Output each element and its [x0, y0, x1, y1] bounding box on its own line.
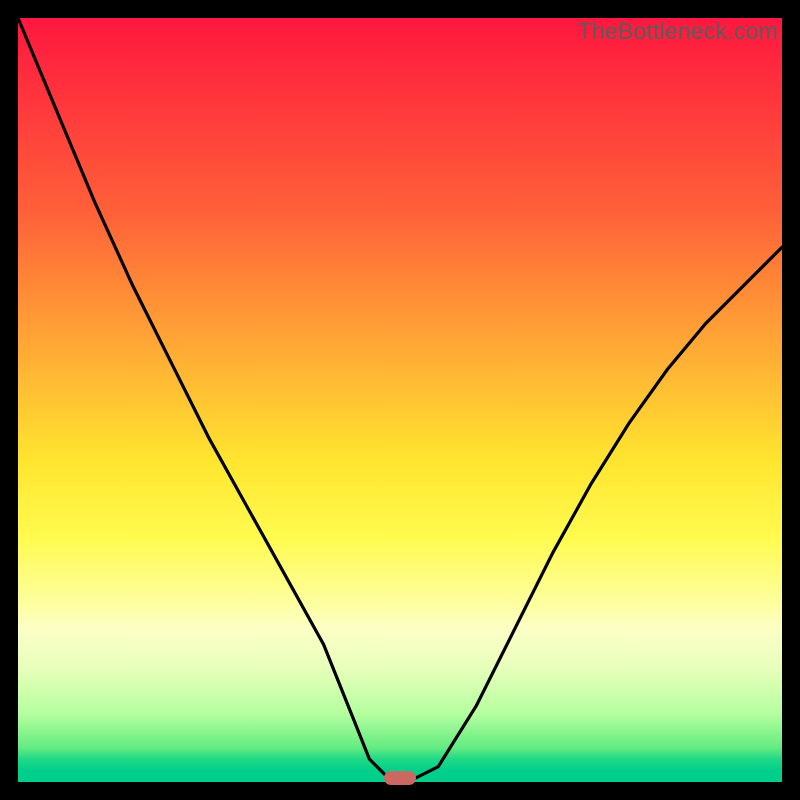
plot-area: TheBottleneck.com	[18, 18, 782, 782]
chart-frame: TheBottleneck.com	[0, 0, 800, 800]
bottleneck-curve	[18, 18, 782, 782]
optimal-marker	[384, 771, 416, 785]
curve-path	[18, 18, 782, 778]
